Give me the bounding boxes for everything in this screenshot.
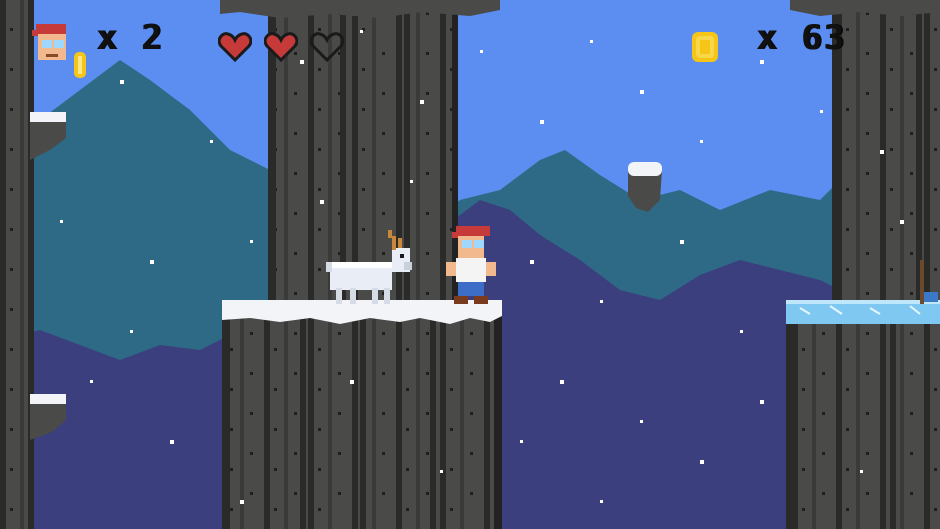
heart-full-icon xyxy=(264,32,298,62)
coin-icon xyxy=(692,32,718,62)
health-hearts xyxy=(218,32,344,62)
game-scene: x 2 x 63 xyxy=(0,0,940,529)
small-coin-icon xyxy=(74,52,86,78)
player-head-icon xyxy=(32,24,66,60)
heart-full-icon xyxy=(218,32,252,62)
game-world xyxy=(0,0,940,529)
snow-platform xyxy=(222,300,502,529)
lives-counter: x 2 xyxy=(96,18,164,58)
heart-empty-icon xyxy=(310,32,344,62)
coin-counter: x 63 xyxy=(756,18,846,58)
ice-platform xyxy=(786,260,940,529)
